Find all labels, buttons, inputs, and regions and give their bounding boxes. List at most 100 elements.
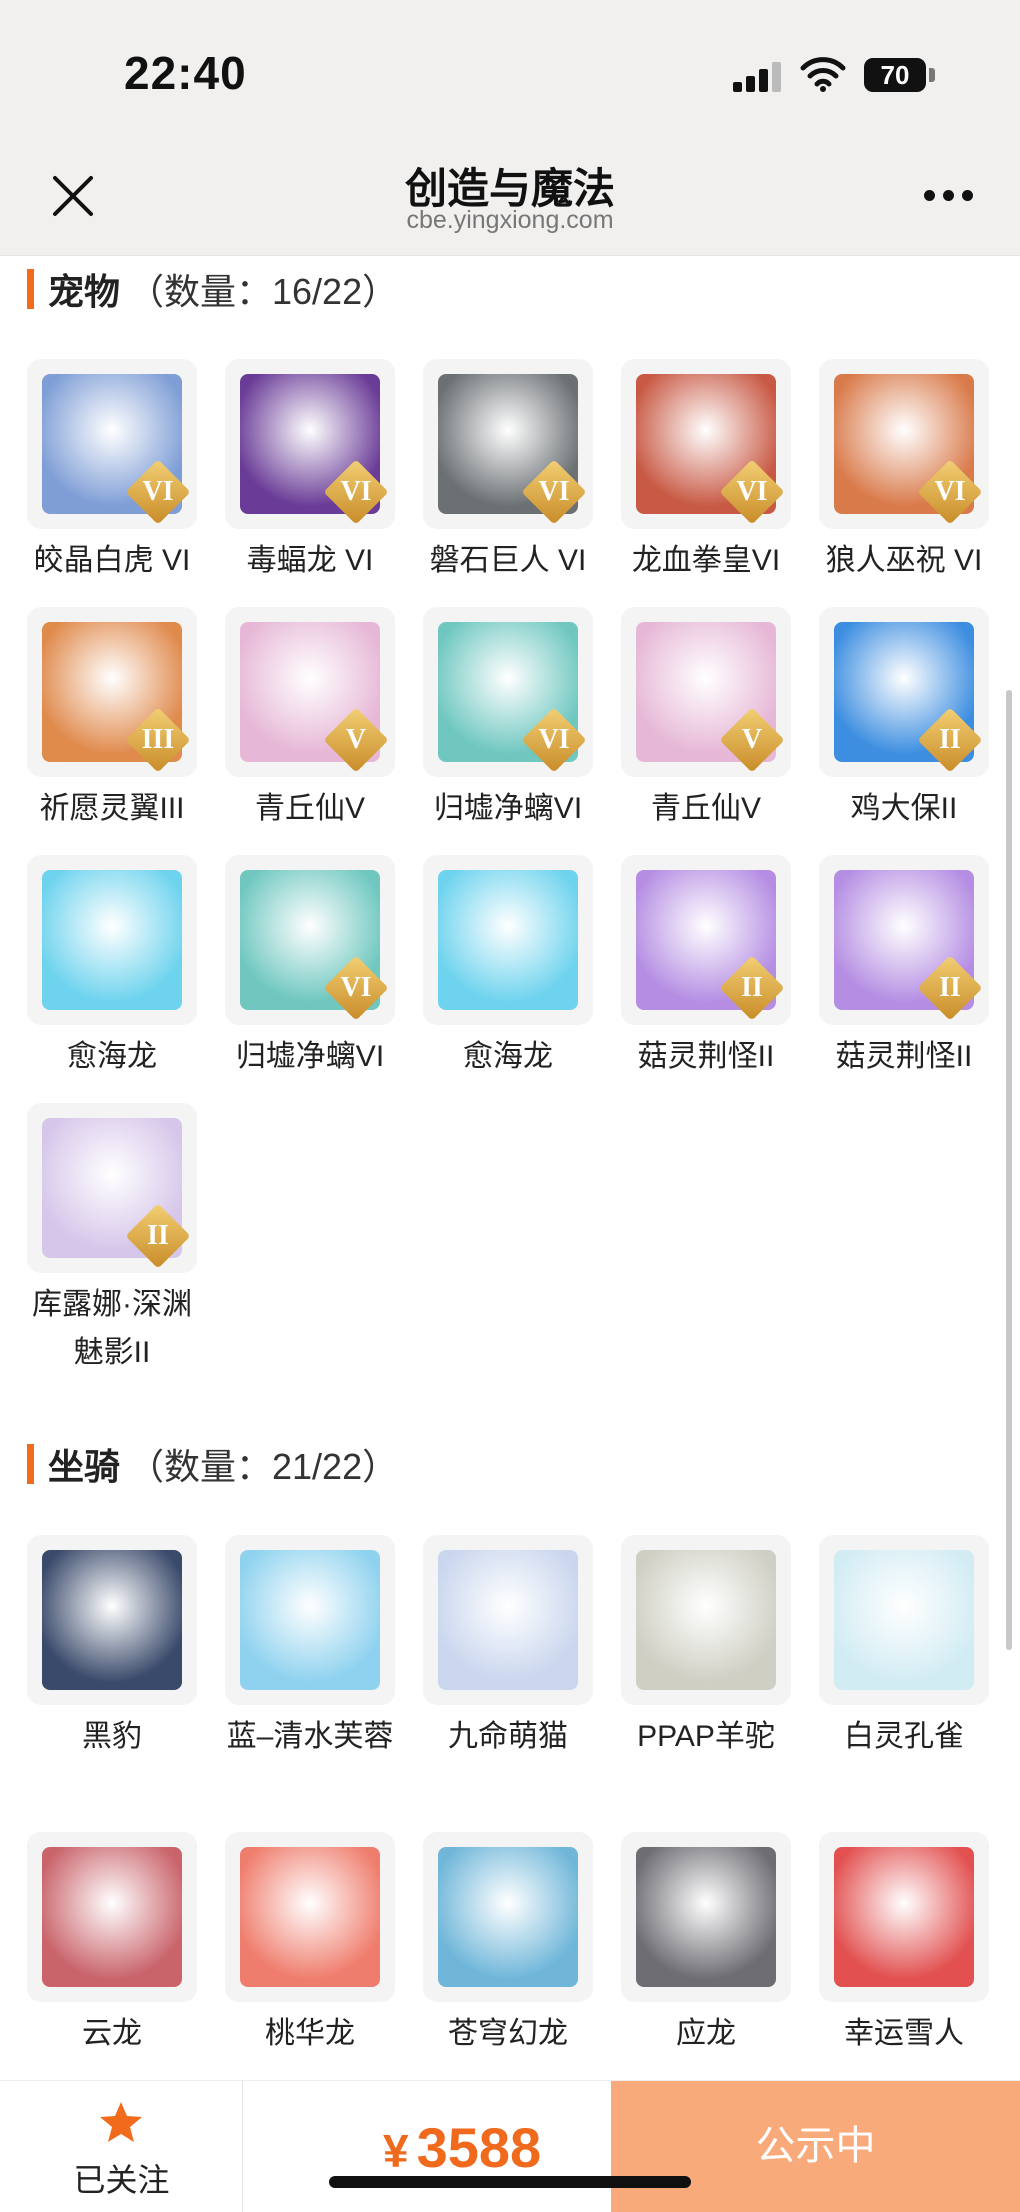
item-name: 幸运雪人 [844,2017,964,2050]
item-thumbnail: VI [819,359,989,529]
item-thumbnail [27,855,197,1025]
item-card[interactable]: III 祈愿灵翼III [27,607,197,855]
section-accent-bar [27,269,34,309]
item-name: 祈愿灵翼III [39,792,185,825]
cellular-signal-icon [733,62,781,92]
item-name: 龙血拳皇VI [631,544,781,577]
item-card[interactable]: VI 归墟净螭VI [423,607,593,855]
item-thumbnail [423,1832,593,2002]
item-thumbnail: VI [423,607,593,777]
pets-grid: VI 皎晶白虎 VI VI 毒蝠龙 VI VI 磐石巨人 VI VI 龙血拳皇VI VI 狼人巫祝… [27,359,993,1369]
item-thumbnail: II [621,855,791,1025]
grade-badge-label: VI [538,724,570,755]
clock: 22:40 [124,47,247,99]
item-artwork [42,870,182,1010]
grade-badge-label: V [741,724,763,755]
item-artwork [834,1847,974,1987]
grade-badge-label: II [741,972,763,1003]
home-indicator [329,2176,691,2188]
item-card[interactable]: VI 磐石巨人 VI [423,359,593,607]
pets-section-title: 宠物 [48,271,121,312]
bottom-action-bar: 已关注 ¥3588 公示中 [0,2080,1020,2212]
item-card[interactable]: VI 毒蝠龙 VI [225,359,395,607]
mounts-section-header: 坐骑 （数量：21/22） [27,1441,398,1487]
item-card[interactable]: 愈海龙 [27,855,197,1103]
price-value: 3588 [416,2116,542,2179]
item-card[interactable]: 黑豹 [27,1535,197,1832]
grade-badge-label: II [939,724,961,755]
item-thumbnail: VI [27,359,197,529]
item-name: 库露娜·深渊魅影II [32,1288,192,1369]
item-thumbnail [225,1535,395,1705]
item-card[interactable]: II 鸡大保II [819,607,989,855]
mounts-section-count: （数量：21/22） [128,1446,399,1487]
section-accent-bar [27,1444,34,1484]
item-card[interactable]: 九命萌猫 [423,1535,593,1832]
item-name: 鸡大保II [850,792,958,825]
item-card[interactable]: 幸运雪人 [819,1832,989,2080]
item-card[interactable]: II 库露娜·深渊魅影II [27,1103,197,1369]
publicity-status-button[interactable]: 公示中 [611,2081,1020,2212]
star-icon [100,2102,142,2142]
pets-section-count: （数量：16/22） [128,271,399,312]
follow-button[interactable]: 已关注 [0,2081,243,2212]
content-scroll[interactable]: 宠物 （数量：16/22） VI 皎晶白虎 VI VI 毒蝠龙 VI VI 磐石巨人 VI… [0,256,1020,2080]
item-thumbnail [27,1535,197,1705]
grade-badge-label: II [147,1220,169,1251]
item-thumbnail: VI [621,359,791,529]
item-card[interactable]: VI 皎晶白虎 VI [27,359,197,607]
grade-badge-label: VI [340,476,372,507]
item-card[interactable]: VI 归墟净螭VI [225,855,395,1103]
scrollbar[interactable] [1006,690,1012,1650]
item-thumbnail [621,1535,791,1705]
item-name: 黑豹 [82,1720,142,1753]
follow-label: 已关注 [73,2162,170,2198]
item-name: 云龙 [82,2017,142,2050]
item-thumbnail: II [819,607,989,777]
item-name: 九命萌猫 [448,1720,568,1753]
item-name: 蓝–清水芙蓉 [226,1720,394,1753]
item-name: 菇灵荆怪II [637,1040,775,1073]
item-card[interactable]: 愈海龙 [423,855,593,1103]
item-thumbnail [225,1832,395,2002]
item-card[interactable]: II 菇灵荆怪II [819,855,989,1103]
mounts-section-title: 坐骑 [48,1446,121,1487]
item-name: 青丘仙V [650,792,761,825]
item-name: 归墟净螭VI [235,1040,385,1073]
item-card[interactable]: PPAP羊驼 [621,1535,791,1832]
item-card[interactable]: 应龙 [621,1832,791,2080]
grade-badge-label: VI [340,972,372,1003]
item-card[interactable]: V 青丘仙V [621,607,791,855]
item-card[interactable]: 桃华龙 [225,1832,395,2080]
item-card[interactable]: II 菇灵荆怪II [621,855,791,1103]
item-thumbnail [27,1832,197,2002]
grade-badge-label: VI [736,476,768,507]
grade-badge-label: II [939,972,961,1003]
item-name: 愈海龙 [67,1040,157,1073]
status-bar: 22:40 70 [0,0,1020,150]
item-card[interactable]: 白灵孔雀 [819,1535,989,1832]
item-thumbnail: VI [423,359,593,529]
item-card[interactable]: 云龙 [27,1832,197,2080]
item-card[interactable]: V 青丘仙V [225,607,395,855]
item-thumbnail: VI [225,855,395,1025]
item-artwork [438,1847,578,1987]
battery-icon: 70 [864,58,926,92]
item-card[interactable]: 苍穹幻龙 [423,1832,593,2080]
pets-section-header: 宠物 （数量：16/22） [27,266,398,312]
item-artwork [240,1550,380,1690]
grade-badge-label: VI [934,476,966,507]
item-name: 磐石巨人 VI [429,544,587,577]
item-name: 应龙 [676,2017,736,2050]
more-options-icon[interactable] [924,190,974,202]
item-card[interactable]: VI 龙血拳皇VI [621,359,791,607]
item-card[interactable]: 蓝–清水芙蓉 [225,1535,395,1832]
item-card[interactable]: VI 狼人巫祝 VI [819,359,989,607]
item-thumbnail [819,1535,989,1705]
grade-badge-label: VI [538,476,570,507]
battery-tip [929,68,935,82]
item-artwork [834,1550,974,1690]
item-name: 青丘仙V [254,792,365,825]
item-artwork [42,1847,182,1987]
item-thumbnail: V [621,607,791,777]
